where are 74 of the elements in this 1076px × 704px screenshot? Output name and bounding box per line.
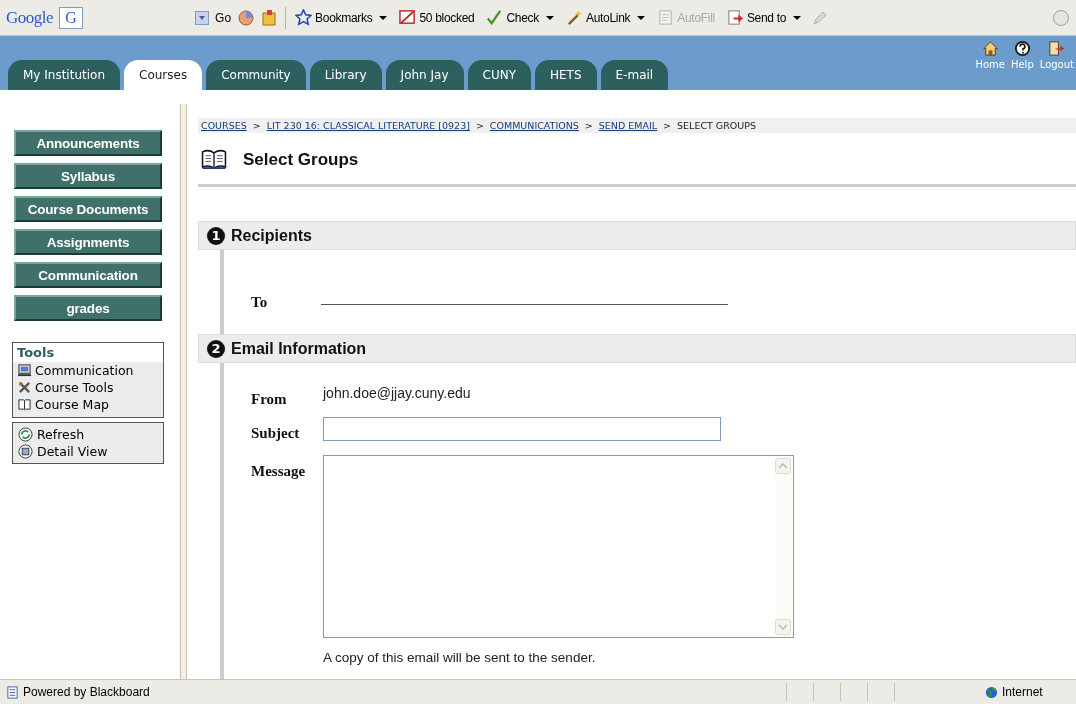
page-title: Select Groups — [243, 149, 359, 170]
toolbar-button[interactable]: 50 blocked — [396, 9, 478, 26]
tools-icon — [18, 381, 31, 394]
search-field[interactable]: G — [59, 6, 84, 29]
breadcrumb-current: SELECT GROUPS — [677, 120, 756, 131]
field-label: From — [251, 391, 288, 408]
tools-title: Tools — [13, 343, 163, 362]
nav-tab[interactable]: Courses — [124, 60, 203, 90]
door-icon — [1048, 40, 1066, 57]
security-zone: Internet — [1002, 685, 1044, 699]
status-text: Powered by Blackboard — [23, 685, 151, 699]
breadcrumb-separator: > — [475, 120, 484, 131]
course-menu-button[interactable]: Communication — [14, 262, 162, 288]
globe-icon — [985, 685, 998, 699]
nav-tab[interactable]: Community — [206, 60, 306, 90]
nav-tab[interactable]: My Institution — [8, 60, 120, 90]
field-label: Subject — [251, 425, 301, 442]
nav-tab[interactable]: John Jay — [385, 60, 464, 90]
nav-tab[interactable]: E-mail — [600, 60, 669, 90]
detail-view-icon — [18, 444, 33, 459]
section-title: Email Information — [231, 339, 367, 358]
book-icon — [201, 149, 227, 170]
view-link[interactable]: Detail View — [13, 443, 163, 460]
blocked-window-icon — [399, 9, 417, 26]
toolbar-button[interactable]: Check — [483, 9, 557, 26]
book-icon — [18, 398, 31, 411]
step-number: 2 — [207, 339, 225, 358]
view-link[interactable]: Refresh — [13, 426, 163, 443]
message-field[interactable] — [323, 455, 794, 638]
wand-icon — [565, 9, 583, 26]
nav-tab[interactable]: HETS — [534, 60, 597, 90]
breadcrumb-link[interactable]: COMMUNICATIONS — [489, 120, 579, 131]
tools-link[interactable]: Course Tools — [13, 379, 163, 396]
copy-note: A copy of this email will be sent to the sender. — [323, 650, 597, 665]
step-number: 1 — [207, 226, 225, 245]
help-icon — [1013, 40, 1031, 57]
toolbar-button[interactable]: Send to — [723, 9, 805, 26]
star-icon — [295, 9, 313, 26]
tools-link[interactable]: Communication — [13, 362, 163, 379]
tools-link[interactable]: Course Map — [13, 396, 163, 413]
scroll-down-icon[interactable] — [775, 619, 791, 635]
course-menu-button[interactable]: Announcements — [14, 130, 162, 156]
sender-address: john.doe@jjay.cuny.edu — [323, 385, 471, 401]
course-menu-button[interactable]: Syllabus — [14, 163, 162, 189]
send-icon — [726, 9, 744, 26]
toolbar-button[interactable]: AutoLink — [562, 9, 649, 26]
nav-tab[interactable]: Library — [309, 60, 382, 90]
field-label: To — [251, 294, 269, 311]
breadcrumb-link[interactable]: LIT 230 16: CLASSICAL LITERATURE [0923] — [266, 120, 470, 131]
course-menu-button[interactable]: Assignments — [14, 229, 162, 255]
section-title: Recipients — [231, 226, 312, 245]
toolbar-button[interactable]: Bookmarks — [292, 9, 391, 26]
home-icon — [981, 40, 999, 57]
form-icon — [657, 9, 675, 26]
refresh-icon — [18, 427, 33, 442]
nav-tab[interactable]: CUNY — [467, 60, 531, 90]
breadcrumb-link[interactable]: COURSES — [201, 120, 247, 131]
breadcrumb-separator: > — [252, 120, 261, 131]
circle-icon[interactable] — [1052, 8, 1070, 27]
checkmark-icon — [486, 9, 504, 26]
subject-field[interactable] — [323, 417, 721, 441]
google-logo[interactable]: Google — [6, 7, 54, 28]
breadcrumb-link[interactable]: SEND EMAIL — [598, 120, 658, 131]
dropdown-icon[interactable] — [195, 10, 210, 25]
scroll-up-icon[interactable] — [775, 458, 791, 474]
go-button[interactable]: Go — [215, 10, 232, 25]
breadcrumb-separator: > — [663, 120, 672, 131]
breadcrumb-separator: > — [584, 120, 593, 131]
computer-icon — [18, 364, 31, 377]
course-menu-button[interactable]: Course Documents — [14, 196, 162, 222]
page-icon — [6, 685, 19, 699]
course-menu-button[interactable]: grades — [14, 295, 162, 321]
field-label: Message — [251, 463, 307, 480]
pie-icon[interactable] — [237, 8, 256, 27]
